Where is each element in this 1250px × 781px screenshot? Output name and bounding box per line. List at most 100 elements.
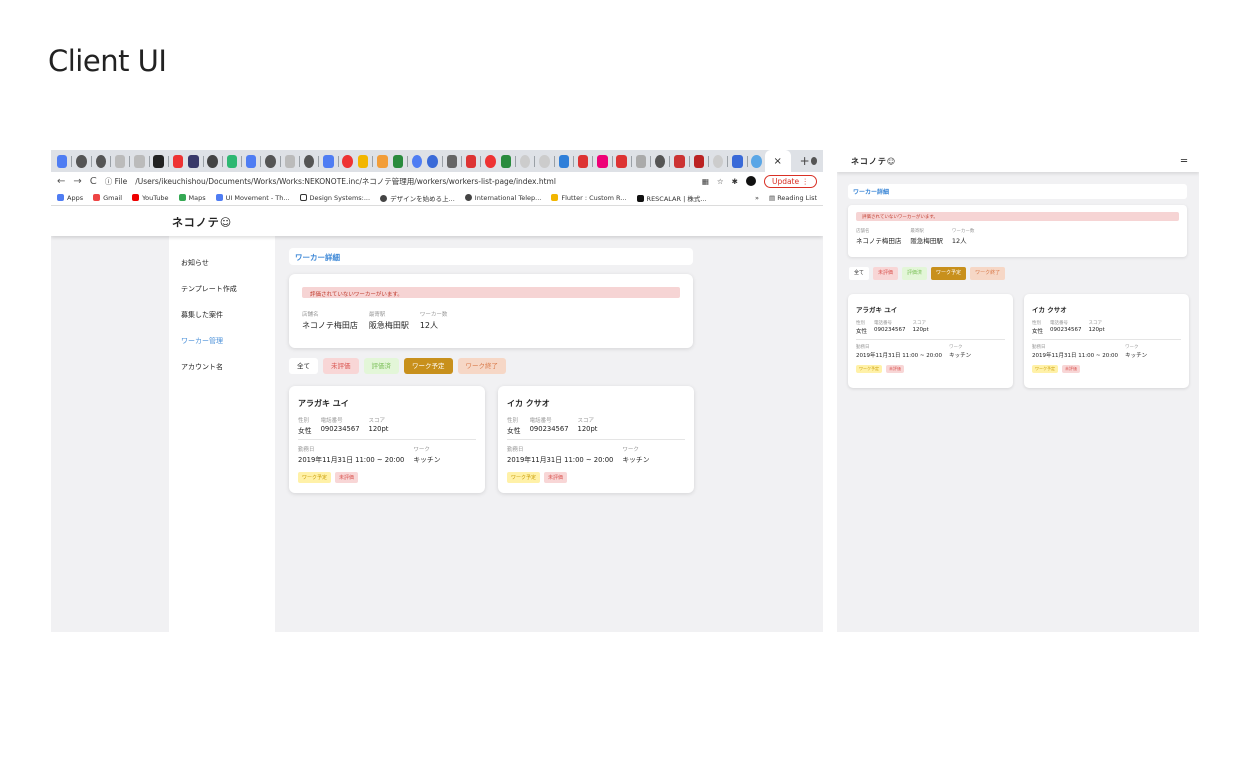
sidebar-item-notices[interactable]: お知らせ — [169, 250, 275, 276]
tab-favicon[interactable] — [485, 154, 496, 168]
filter-done-button[interactable]: ワーク終了 — [457, 358, 506, 374]
phone-value: 090234567 — [874, 327, 906, 333]
bookmark-apps[interactable]: Apps — [57, 194, 83, 202]
tab-favicon[interactable] — [674, 154, 685, 168]
sidebar-item-account[interactable]: アカウント名 — [169, 354, 275, 380]
tab-favicon[interactable] — [134, 154, 145, 168]
worker-card[interactable]: イカ クサオ 性別 女性 電話番号 090234567 スコア 120pt 勤務日 20… — [1024, 294, 1189, 388]
tab-favicon[interactable] — [207, 154, 218, 168]
workers-count-label: ワーカー数 — [419, 312, 448, 318]
bookmark-maps[interactable]: Maps — [178, 194, 206, 202]
tab-favicon[interactable] — [357, 154, 369, 168]
filter-all-button[interactable]: 全て — [849, 267, 870, 280]
filter-all-button[interactable]: 全て — [289, 358, 318, 374]
tab-favicon[interactable] — [597, 154, 608, 168]
tab-favicon[interactable] — [323, 154, 334, 168]
tab-favicon[interactable] — [635, 154, 647, 168]
tab-favicon[interactable] — [732, 154, 743, 168]
reload-button[interactable]: C — [90, 176, 97, 187]
status-badge-scheduled: ワーク予定 — [507, 472, 541, 483]
desktop-browser-mockup: × + ← → C ⓘ File /Users/ikeuchishou/Docu… — [51, 150, 823, 632]
score-value: 120pt — [368, 425, 389, 433]
tab-favicon[interactable] — [558, 154, 569, 168]
filter-scheduled-button[interactable]: ワーク予定 — [404, 358, 453, 374]
worker-name: イカ クサオ — [1032, 306, 1067, 314]
mobile-app-logo[interactable]: ネコノテ☺ — [851, 156, 896, 167]
tab-favicon[interactable] — [654, 154, 666, 168]
tab-favicon[interactable] — [188, 154, 199, 168]
gender-value: 女性 — [856, 329, 868, 335]
tab-favicon[interactable] — [616, 154, 627, 168]
tab-favicon[interactable] — [303, 154, 315, 168]
tab-favicon[interactable] — [539, 154, 550, 168]
back-button[interactable]: ← — [57, 176, 65, 187]
sidebar-item-template[interactable]: テンプレート作成 — [169, 276, 275, 302]
reading-list-button[interactable]: ▤ Reading List — [769, 194, 817, 202]
profile-avatar[interactable] — [745, 176, 756, 186]
tab-favicon[interactable] — [693, 154, 704, 168]
tab-favicon[interactable] — [751, 154, 762, 168]
url-field[interactable]: /Users/ikeuchishou/Documents/Works/Works… — [135, 176, 694, 187]
worker-card[interactable]: アラガキ ユイ 性別 女性 電話番号 090234567 スコア 120pt 勤務日 2… — [848, 294, 1013, 388]
youtube-icon — [132, 194, 140, 201]
hamburger-menu-icon[interactable]: ═ — [1181, 156, 1187, 167]
tab-favicon[interactable] — [577, 154, 589, 168]
tab-favicon[interactable] — [226, 154, 238, 168]
browser-account-icon[interactable] — [810, 157, 818, 165]
sidebar-item-jobs[interactable]: 募集した案件 — [169, 302, 275, 328]
tab-favicon[interactable] — [446, 154, 458, 168]
bookmark-label: Apps — [67, 193, 84, 202]
tab-favicon[interactable] — [153, 154, 164, 168]
bookmark-design-start[interactable]: デザインを始める上... — [380, 193, 455, 203]
score-label: スコア — [912, 321, 927, 326]
filter-rated-button[interactable]: 評価済 — [902, 267, 928, 280]
tab-favicon[interactable] — [427, 154, 438, 168]
filter-done-button[interactable]: ワーク終了 — [970, 267, 1006, 280]
bookmark-youtube[interactable]: YouTube — [132, 194, 169, 202]
tab-favicon[interactable] — [57, 154, 68, 168]
tab-favicon[interactable] — [519, 154, 531, 168]
bookmark-international[interactable]: International Telep... — [464, 194, 541, 202]
tab-favicon[interactable] — [284, 154, 296, 168]
card-divider — [1032, 339, 1181, 340]
filter-rated-button[interactable]: 評価済 — [363, 358, 399, 374]
active-tab-close-button[interactable]: × — [764, 150, 791, 172]
filter-unrated-button[interactable]: 未評価 — [323, 358, 359, 374]
worker-detail-title: ワーカー詳細 — [289, 248, 693, 265]
worker-card[interactable]: イカ クサオ 性別 女性 電話番号 090234567 スコア 120pt 勤務日 20… — [498, 386, 694, 493]
tab-favicon[interactable] — [342, 154, 353, 168]
status-badge-scheduled: ワーク予定 — [856, 365, 882, 373]
bookmarks-overflow-button[interactable]: » — [755, 194, 759, 202]
tab-favicon[interactable] — [465, 154, 477, 168]
bookmark-star-icon[interactable]: ☆ — [717, 177, 724, 186]
tab-favicon[interactable] — [246, 154, 257, 168]
tab-favicon[interactable] — [265, 154, 276, 168]
filter-scheduled-button[interactable]: ワーク予定 — [931, 267, 967, 280]
tab-favicon[interactable] — [712, 154, 724, 168]
tab-favicon[interactable] — [377, 154, 388, 168]
tab-favicon[interactable] — [76, 154, 87, 168]
new-tab-button[interactable]: + — [800, 154, 810, 168]
translate-icon[interactable]: ▦ — [702, 177, 709, 186]
station-field: 最寄駅 阪急梅田駅 — [369, 310, 409, 331]
app-logo[interactable]: ネコノテ☺ — [172, 214, 232, 230]
tab-favicon[interactable] — [172, 154, 184, 168]
store-value: ネコノテ梅田店 — [856, 237, 902, 245]
bookmark-design-systems[interactable]: Design Systems:... — [299, 194, 370, 202]
bookmark-flutter[interactable]: Flutter : Custom R... — [551, 194, 627, 202]
forward-button[interactable]: → — [73, 176, 81, 187]
sidebar-item-workers[interactable]: ワーカー管理 — [169, 328, 275, 354]
status-badge-unrated: 未評価 — [1062, 365, 1080, 373]
extensions-icon[interactable]: ✱ — [732, 177, 738, 186]
bookmark-rescalar[interactable]: RESCALAR | 株式... — [636, 193, 707, 203]
tab-favicon[interactable] — [411, 154, 423, 168]
filter-unrated-button[interactable]: 未評価 — [873, 267, 899, 280]
tab-favicon[interactable] — [500, 154, 512, 168]
worker-card[interactable]: アラガキ ユイ 性別 女性 電話番号 090234567 スコア 120pt 勤務日 2… — [289, 386, 485, 493]
bookmark-gmail[interactable]: Gmail — [93, 194, 122, 202]
tab-favicon[interactable] — [95, 154, 107, 168]
bookmark-ui-movement[interactable]: UI Movement - Th... — [215, 194, 290, 202]
tab-favicon[interactable] — [392, 154, 404, 168]
tab-favicon[interactable] — [114, 154, 126, 168]
update-button[interactable]: Update ⋮ — [763, 174, 817, 188]
